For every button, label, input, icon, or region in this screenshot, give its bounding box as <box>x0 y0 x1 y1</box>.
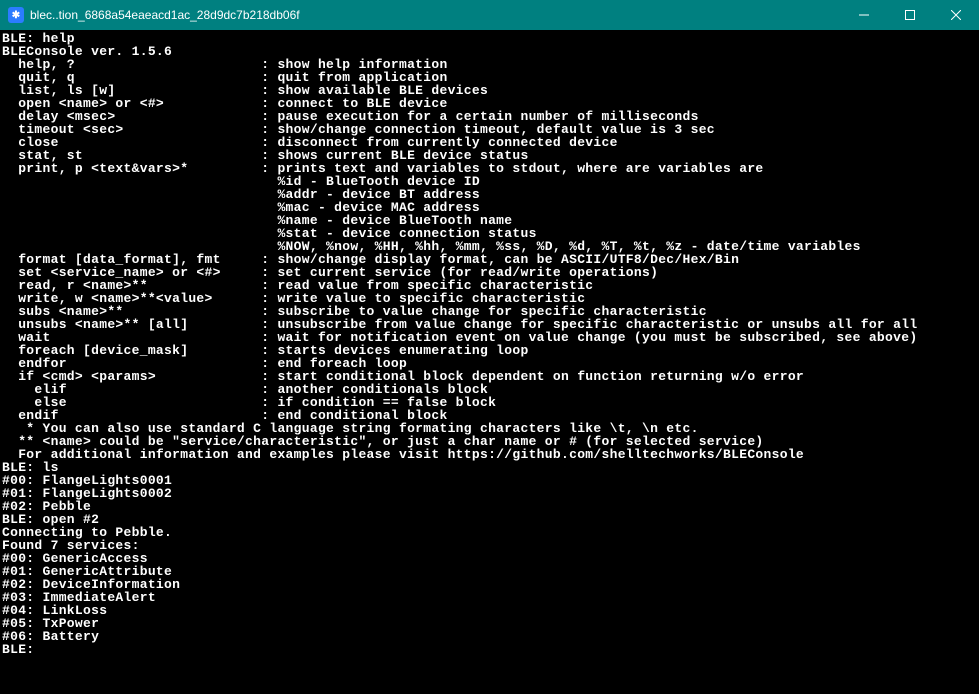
minimize-button[interactable] <box>841 0 887 30</box>
maximize-button[interactable] <box>887 0 933 30</box>
terminal-line: #03: ImmediateAlert <box>2 591 979 604</box>
window-controls <box>841 0 979 30</box>
terminal-line: BLE: <box>2 643 979 656</box>
terminal-line: For additional information and examples … <box>2 448 979 461</box>
terminal-line: #04: LinkLoss <box>2 604 979 617</box>
window-title: blec..tion_6868a54eaeacd1ac_28d9dc7b218d… <box>30 8 841 22</box>
terminal-line: #05: TxPower <box>2 617 979 630</box>
terminal-line: #06: Battery <box>2 630 979 643</box>
terminal-line: Connecting to Pebble. <box>2 526 979 539</box>
close-button[interactable] <box>933 0 979 30</box>
maximize-icon <box>905 10 915 20</box>
app-window: ✱ blec..tion_6868a54eaeacd1ac_28d9dc7b21… <box>0 0 979 694</box>
close-icon <box>951 10 961 20</box>
minimize-icon <box>859 10 869 20</box>
terminal-line: #01: FlangeLights0002 <box>2 487 979 500</box>
terminal-line: #02: Pebble <box>2 500 979 513</box>
terminal-line: Found 7 services: <box>2 539 979 552</box>
app-icon: ✱ <box>8 7 24 23</box>
terminal-output[interactable]: BLE: helpBLEConsole ver. 1.5.6 help, ? :… <box>0 30 979 694</box>
titlebar[interactable]: ✱ blec..tion_6868a54eaeacd1ac_28d9dc7b21… <box>0 0 979 30</box>
